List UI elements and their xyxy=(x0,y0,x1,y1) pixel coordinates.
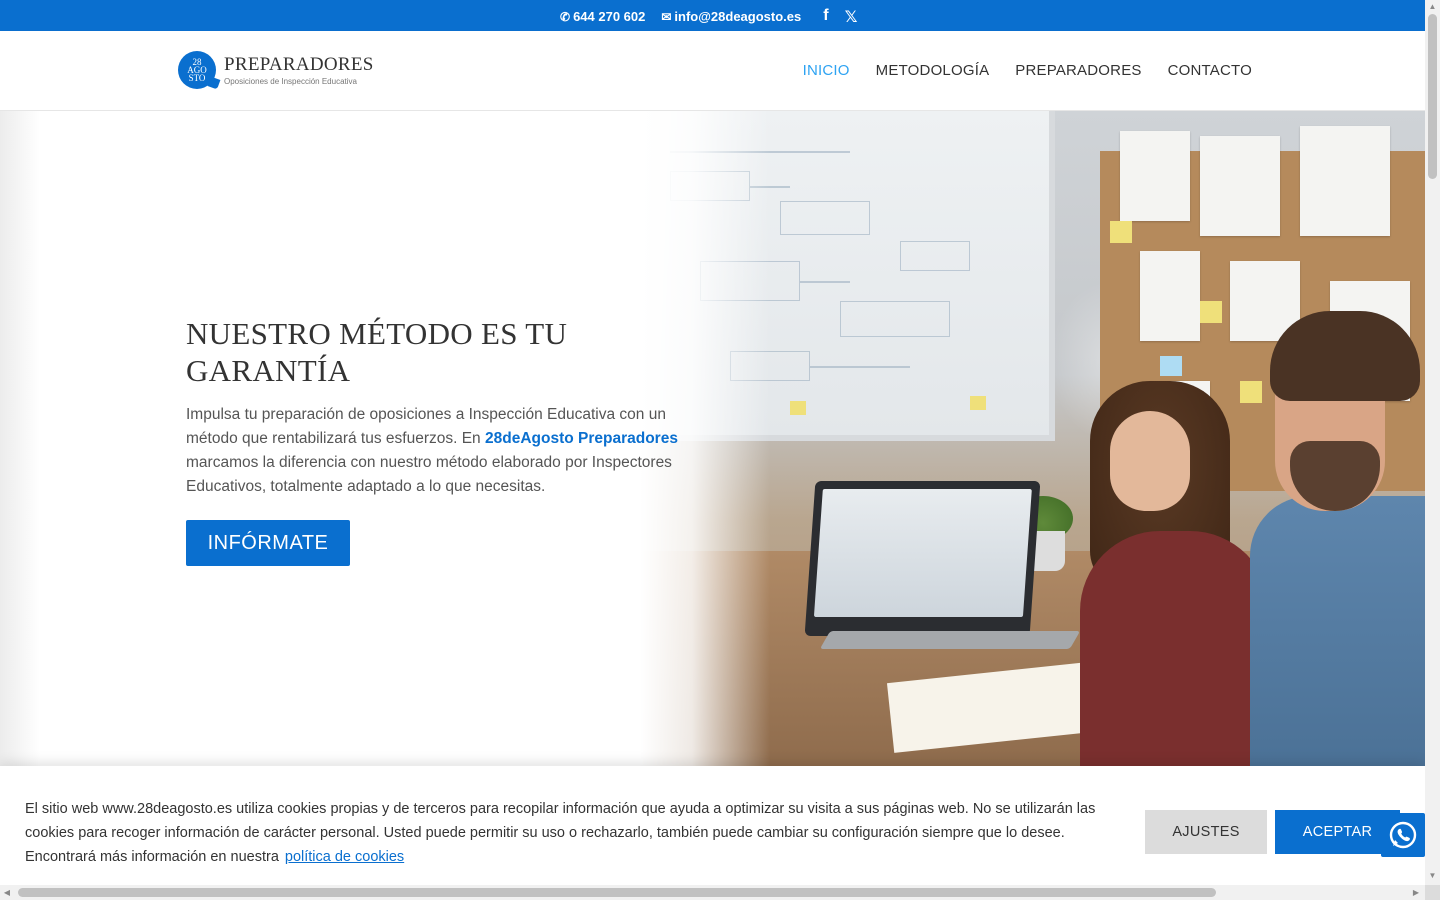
phone-icon: ✆ xyxy=(560,9,571,24)
scroll-right-icon[interactable]: ▶ xyxy=(1412,888,1420,897)
top-bar-contacts: ✆ 644 270 602 ✉ info@28deagosto.es f 𝕏 xyxy=(560,7,857,26)
man-figure xyxy=(1250,311,1425,771)
email-address: info@28deagosto.es xyxy=(674,9,802,24)
cookie-policy-link[interactable]: política de cookies xyxy=(285,849,404,865)
nav-item-metodologia[interactable]: METODOLOGÍA xyxy=(876,62,990,79)
phone-number: 644 270 602 xyxy=(573,9,646,24)
whatsapp-icon xyxy=(1389,821,1417,849)
cookie-text: El sitio web www.28deagosto.es utiliza c… xyxy=(25,797,1105,869)
x-twitter-icon[interactable]: 𝕏 xyxy=(845,7,858,26)
site-header: 28 AGO STO PREPARADORES Oposiciones de I… xyxy=(0,31,1425,111)
scrollbar-corner xyxy=(1425,885,1440,900)
hero-description: Impulsa tu preparación de oposiciones a … xyxy=(186,403,686,499)
hero-content: NUESTRO MÉTODO ES TU GARANTÍA Impulsa tu… xyxy=(186,315,686,566)
woman-figure xyxy=(1060,381,1270,771)
vertical-scroll-thumb[interactable] xyxy=(1428,14,1437,179)
scroll-down-icon[interactable]: ▼ xyxy=(1428,872,1437,880)
site-logo[interactable]: 28 AGO STO PREPARADORES Oposiciones de I… xyxy=(178,51,374,89)
cookie-banner: El sitio web www.28deagosto.es utiliza c… xyxy=(0,766,1425,885)
nav-item-preparadores[interactable]: PREPARADORES xyxy=(1015,62,1141,79)
hero-edge-shade xyxy=(0,111,40,771)
logo-title: PREPARADORES xyxy=(224,54,374,75)
email-icon: ✉ xyxy=(661,9,672,24)
horizontal-scroll-thumb[interactable] xyxy=(18,888,1216,897)
nav-item-contacto[interactable]: CONTACTO xyxy=(1168,62,1252,79)
main-nav: INICIO METODOLOGÍA PREPARADORES CONTACTO xyxy=(803,62,1252,79)
logo-subtitle: Oposiciones de Inspección Educativa xyxy=(224,77,357,86)
cookie-settings-button[interactable]: AJUSTES xyxy=(1145,810,1267,854)
hero-section: NUESTRO MÉTODO ES TU GARANTÍA Impulsa tu… xyxy=(0,111,1425,771)
nav-item-inicio[interactable]: INICIO xyxy=(803,62,850,79)
laptop-graphic xyxy=(804,481,1041,636)
logo-text: PREPARADORES Oposiciones de Inspección E… xyxy=(224,54,374,86)
hero-title: NUESTRO MÉTODO ES TU GARANTÍA xyxy=(186,316,568,388)
logo-badge: 28 AGO STO xyxy=(178,51,216,89)
hero-brand-name: 28deAgosto Preparadores xyxy=(484,430,678,447)
email-link[interactable]: ✉ info@28deagosto.es xyxy=(661,9,801,24)
scroll-up-icon[interactable]: ▲ xyxy=(1428,3,1437,11)
social-links: f 𝕏 xyxy=(823,7,857,26)
scroll-left-icon[interactable]: ◀ xyxy=(3,888,11,897)
cookie-message: El sitio web www.28deagosto.es utiliza c… xyxy=(25,801,1096,865)
whatsapp-button[interactable] xyxy=(1381,813,1425,857)
phone-link[interactable]: ✆ 644 270 602 xyxy=(560,9,645,24)
vertical-scrollbar[interactable]: ▲ ▼ xyxy=(1425,0,1440,885)
laptop-base-graphic xyxy=(819,631,1081,649)
hero-text-after: marcamos la diferencia con nuestro métod… xyxy=(186,454,672,495)
top-bar: ✆ 644 270 602 ✉ info@28deagosto.es f 𝕏 xyxy=(0,0,1425,31)
facebook-icon[interactable]: f xyxy=(823,7,828,26)
video-call-screen xyxy=(813,489,1032,617)
horizontal-scrollbar[interactable]: ◀ ▶ xyxy=(0,885,1425,900)
logo-badge-line: STO xyxy=(188,73,206,83)
informate-button[interactable]: INFÓRMATE xyxy=(186,520,350,566)
